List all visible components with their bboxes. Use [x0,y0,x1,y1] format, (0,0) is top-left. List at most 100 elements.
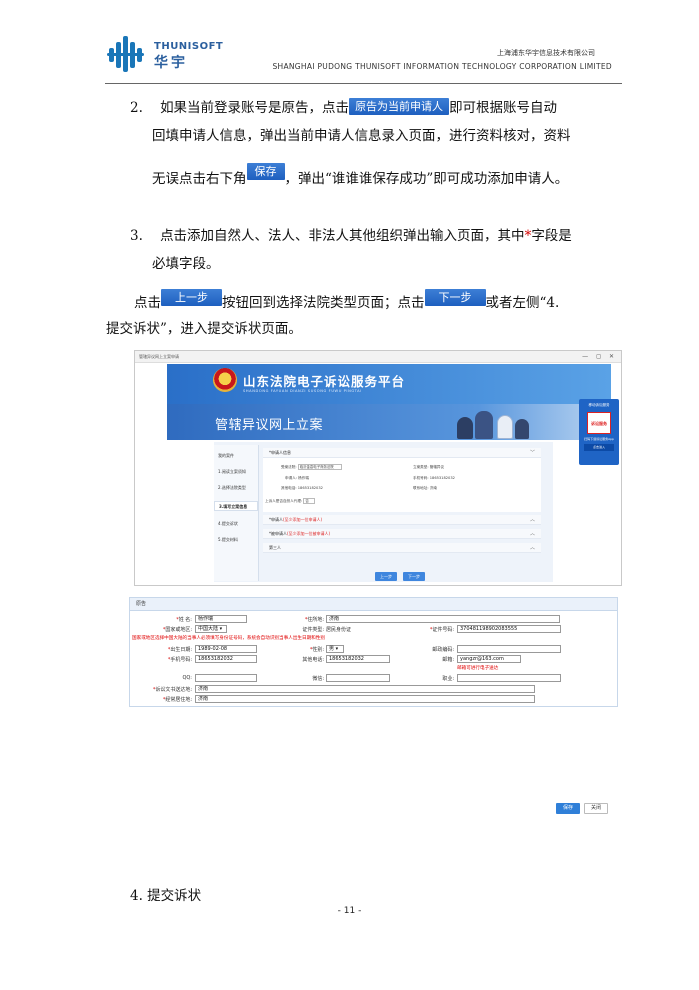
nav-instruction-line2: 提交诉状”，进入提交诉状页面。 [106,321,302,337]
job-label: 职业: [442,676,454,682]
item3-line1: 3. 点击添加自然人、法人、非法人其他组织弹出输入页面，其中*字段是 [130,226,572,246]
step-item-2[interactable]: 2.选择法院类型 [218,485,246,491]
step-item-1[interactable]: 1.阅读立案须知 [218,469,246,475]
chevron-up-icon[interactable]: ︿ [530,515,535,525]
postcode-label: 邮政编码: [432,647,454,653]
court-label: 受案法院: [281,465,297,469]
address-label: 联系地址: [413,486,429,490]
qq-input[interactable] [195,674,257,682]
chevron-up-icon[interactable]: ︿ [530,529,535,539]
residence-input[interactable]: 济南 [326,615,560,623]
nav-instruction-line1: 点击 上一步 按钮回到选择法院类型页面；点击 下一步 或者左侧“4. [134,289,559,313]
email-input[interactable]: yangzr@163.com [457,655,521,663]
mobile-service-widget[interactable]: 移动诉讼服务 诉讼服务 扫码下载诉讼服务App 点击进入 [579,399,619,465]
next-step-button[interactable]: 下一步 [403,572,425,581]
browser-tab: 管辖异议网上立案申请 — ◻ ✕ [135,351,621,363]
save-button[interactable]: 保存 [556,803,580,814]
appellant-panel[interactable]: *申请人(至少添加一位申请人) ︿ [263,515,541,525]
nationality-select[interactable]: 中国大陆 ▾ [195,625,227,633]
id-number-input[interactable]: 370481198902083555 [457,625,561,633]
is-party-label: 上诉人是否自然人代理: [265,499,303,503]
item2-text-d: ，弹出“谁谁谁保存成功”即可成功添加申请人。 [284,171,569,187]
third-party-title: 第三人 [269,545,281,550]
email-hint: 邮箱可进行电子送达 [457,666,499,671]
nationality-warning: 国家或地区选择中国大陆的当事人必须填写身份证号码，系统会自动识别当事人出生日期和… [132,636,325,641]
nationality-value: 中国大陆 [198,626,219,632]
residence-label: 住所地: [307,617,324,623]
company-name-en: SHANGHAI PUDONG THUNISOFT INFORMATION TE… [272,62,612,71]
delivery-address-input[interactable]: 济南 [195,685,535,693]
item2-line1: 2. 如果当前登录账号是原告，点击 原告为当前申请人 即可根据账号自动 [130,98,557,118]
panel-header[interactable]: *申请人信息 ﹀ [263,448,541,458]
other-phone-value: 18653182032 [297,486,323,490]
phone-value: 18653182032 [429,476,455,480]
item2-text-c: 无误点击右下角 [152,171,247,187]
item2-text-a: 如果当前登录账号是原告，点击 [160,100,350,116]
id-type-value: 居民身份证 [326,627,352,633]
nav-text-a: 点击 [134,295,161,311]
item3-text-a: 点击添加自然人、法人、非法人其他组织弹出输入页面，其中 [160,228,525,244]
save-inline-button[interactable]: 保存 [246,163,285,180]
step-item-3[interactable]: 3.填写立案信息 [214,501,258,511]
widget-enter-button[interactable]: 点击进入 [584,444,614,451]
item3-line2: 必填字段。 [152,256,220,272]
portal-title: 山东法院电子诉讼服务平台 [243,374,406,389]
item3-number: 3. [130,228,143,244]
wechat-label: 微信: [312,676,324,682]
phone-label: 手机号码: [413,476,429,480]
gender-label: 性别: [312,647,324,653]
logo-text-en: THUNISOFT [154,41,224,52]
gender-select[interactable]: 男 ▾ [326,645,344,653]
item4-heading: 4. 提交诉状 [130,888,202,904]
third-party-panel[interactable]: 第三人 ︿ [263,543,541,553]
qq-label: QQ: [182,675,192,681]
step-item-4[interactable]: 4.提交诉状 [218,521,238,527]
appellant-title: *申请人 [269,517,283,522]
portal-screenshot: 管辖异议网上立案申请 — ◻ ✕ 山东法院电子诉讼服务平台 SHANDONG F… [134,350,622,586]
birth-date-input[interactable]: 1989-02-08 [195,645,257,653]
appellee-panel[interactable]: *被申请人(至少添加一位被申请人) ︿ [263,529,541,539]
court-field[interactable]: 临沂金嘉电子商务法院 [297,464,342,470]
delivery-label: 诉讼文书送达地: [155,687,192,693]
applicant-info-panel: *申请人信息 ﹀ 受案法院: 临沂金嘉电子商务法院 立案类型: 管辖异议 申请人… [263,448,541,512]
type-value: 管辖异议 [429,465,445,469]
name-input[interactable]: 杨作瑞 [195,615,247,623]
widget-title: 移动诉讼服务 [588,403,610,407]
step-item-5[interactable]: 5.提交材料 [218,537,238,543]
court-emblem-icon [213,368,237,392]
form-section-title: 原告 [130,598,617,611]
plaintiff-form: 原告 *姓 名: 杨作瑞 *住所地: 济南 *国家或地区: 中国大陆 ▾ 证件类… [129,597,618,707]
nationality-label: 国家或地区: [165,627,192,633]
chevron-up-icon[interactable]: ︿ [530,543,535,553]
birth-label: 出生日期: [170,647,192,653]
appellant-hint: (至少添加一位申请人) [283,517,323,522]
window-controls[interactable]: — ◻ ✕ [582,351,617,363]
seal-icon: 诉讼服务 [587,412,611,434]
appellee-hint: (至少添加一位被申请人) [287,531,331,536]
wechat-input[interactable] [326,674,390,682]
applicant-value: 杨作瑞 [298,476,309,480]
applicant-label: 申请人: [285,476,297,480]
next-step-inline-button[interactable]: 下一步 [424,289,486,306]
item2-text-b: 即可根据账号自动 [449,100,558,116]
prev-step-button[interactable]: 上一步 [375,572,397,581]
header-divider [105,83,622,84]
postcode-input[interactable] [457,645,561,653]
document-header: THUNISOFT 华宇 上海浦东华宇信息技术有限公司 SHANGHAI PUD… [0,0,699,90]
plaintiff-as-applicant-button[interactable]: 原告为当前申请人 [349,98,450,115]
tab-title: 管辖异议网上立案申请 [139,354,179,359]
prev-step-inline-button[interactable]: 上一步 [161,289,222,306]
lawyer-figures-icon [453,407,533,439]
habitual-residence-input[interactable]: 济南 [195,695,535,703]
mobile-input[interactable]: 18653182032 [195,655,257,663]
job-input[interactable] [457,674,561,682]
close-button[interactable]: 关闭 [584,803,608,814]
id-no-label: 证件号码: [432,627,454,633]
logo-text-cn: 华宇 [154,55,188,71]
is-party-select[interactable]: 否 [303,498,316,504]
portal-subtitle: SHANDONG FAYUAN DIANZI SUSONG FUWU PINGT… [243,389,362,393]
chevron-down-icon[interactable]: ﹀ [530,448,535,458]
page-heading: 管辖异议网上立案 [215,418,324,433]
page-number: - 11 - [337,906,362,916]
other-phone-input[interactable]: 18653182032 [326,655,390,663]
